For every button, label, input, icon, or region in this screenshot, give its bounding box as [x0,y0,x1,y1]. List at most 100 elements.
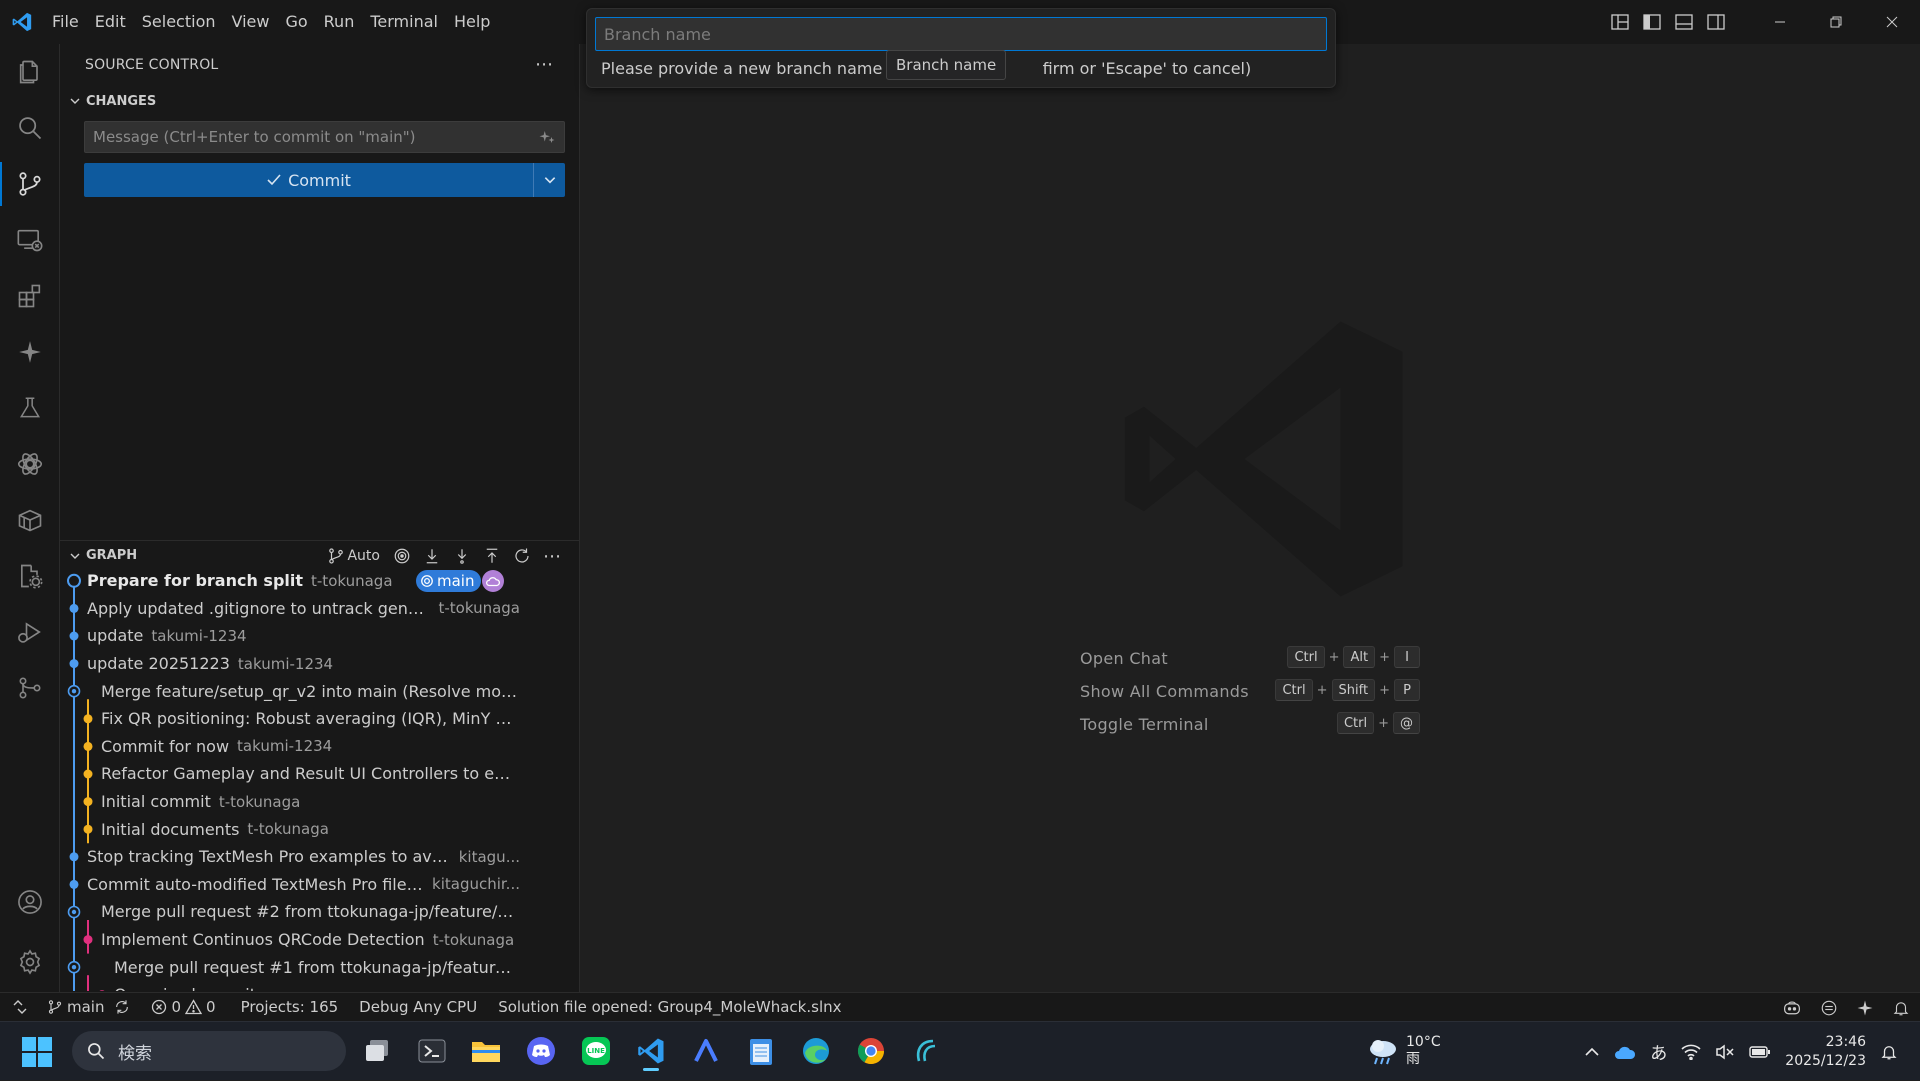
onedrive-cloud-icon[interactable] [1614,1022,1636,1081]
graph-section-header[interactable]: GRAPH Auto ⋯ [60,540,580,570]
more-actions-icon[interactable]: ⋯ [535,54,553,75]
commit-label: Commit [288,170,351,190]
menu-view[interactable]: View [224,0,278,44]
graph-commit-row[interactable]: Stop tracking TextMesh Pro examples to a… [0,843,520,871]
build-config-status[interactable]: Debug Any CPU [345,993,484,1022]
push-icon[interactable] [480,544,504,568]
sync-icon[interactable] [114,999,130,1015]
refresh-icon[interactable] [510,544,534,568]
changes-section-header[interactable]: CHANGES [60,86,579,116]
projects-status[interactable]: Projects: 165 [223,993,346,1022]
graph-commit-row[interactable]: Prepare for branch split t-tokunaga main [0,567,520,595]
extensions-icon[interactable] [0,268,60,324]
commit-message: Commit for now [101,736,230,756]
graph-commit-row[interactable]: Organized repository [0,981,520,991]
remote-indicator-icon[interactable] [0,993,40,1022]
menu-selection[interactable]: Selection [134,0,224,44]
toggle-secondary-sidebar-icon[interactable] [1700,0,1732,44]
problems-status[interactable]: 0 0 [137,993,222,1022]
explorer-icon[interactable] [0,44,60,100]
graph-more-icon[interactable]: ⋯ [540,544,564,568]
menu-go[interactable]: Go [277,0,315,44]
graph-auto-button[interactable]: Auto [327,547,384,565]
menu-run[interactable]: Run [316,0,363,44]
graph-commit-row[interactable]: Refactor Gameplay and Result UI Controll… [0,760,520,788]
battery-icon[interactable] [1749,1022,1771,1081]
line-app-icon[interactable]: LINE [574,1031,618,1071]
commit-main-action[interactable]: Commit [84,163,533,197]
shortcut-row[interactable]: Open Chat Ctrl + Alt + I [1080,644,1420,672]
search-icon[interactable] [0,100,60,156]
toggle-primary-sidebar-icon[interactable] [1636,0,1668,44]
show-hidden-icons-chevron-icon[interactable] [1584,1022,1600,1081]
graph-commit-row[interactable]: Merge pull request #1 from ttokunaga-jp/… [0,953,520,981]
openai-icon[interactable] [0,436,60,492]
graph-commit-row[interactable]: Commit for now takumi-1234 [0,733,520,761]
copilot-status-icon[interactable] [1782,999,1802,1017]
volume-muted-icon[interactable] [1715,1022,1735,1081]
graph-commit-row[interactable]: Commit auto-modified TextMesh Pro files … [0,871,520,899]
arc-app-icon[interactable] [684,1031,728,1071]
feedback-icon[interactable] [1820,999,1838,1017]
copilot-sparkle-status-icon[interactable] [1856,999,1874,1017]
graph-commit-row[interactable]: Initial commit t-tokunaga [0,788,520,816]
branch-status[interactable]: main [40,993,137,1022]
toggle-panel-icon[interactable] [1668,0,1700,44]
status-bar: main 0 0 Projects: 165 Debug Any CPU Sol… [0,992,1920,1021]
graph-commit-row[interactable]: update takumi-1234 [0,622,520,650]
remote-cloud-icon[interactable] [482,570,504,592]
graph-commit-row[interactable]: update 20251223 takumi-1234 [0,650,520,678]
close-icon[interactable] [1864,0,1920,44]
discord-app-icon[interactable] [519,1031,563,1071]
editor-area: Open Chat Ctrl + Alt + I Show All Commands Ctrl… [580,44,1920,992]
generate-message-sparkle-icon[interactable] [538,128,556,150]
menu-help[interactable]: Help [446,0,498,44]
menu-file[interactable]: File [44,0,87,44]
branch-name-input[interactable] [595,17,1327,51]
notification-center-icon[interactable] [1880,1022,1898,1081]
fetch-icon[interactable] [420,544,444,568]
branch-badge-main[interactable]: main [416,570,482,592]
windows-start-icon[interactable] [22,1037,52,1071]
graph-commit-row[interactable]: Initial documents t-tokunaga [0,815,520,843]
pull-icon[interactable] [450,544,474,568]
containers-icon[interactable] [0,492,60,548]
wave-app-icon[interactable] [904,1031,948,1071]
copilot-sparkle-icon[interactable] [0,324,60,380]
notifications-bell-icon[interactable] [1892,999,1910,1017]
target-icon[interactable] [390,544,414,568]
shortcut-row[interactable]: Toggle Terminal Ctrl + @ [1080,710,1420,738]
remote-explorer-icon[interactable] [0,212,60,268]
graph-commit-row[interactable]: Apply updated .gitignore to untrack gene… [0,595,520,623]
weather-widget[interactable]: 10°C 雨 [1366,1031,1441,1071]
commit-button[interactable]: Commit [84,163,565,197]
edge-app-icon[interactable] [794,1031,838,1071]
rain-cloud-icon [1366,1036,1400,1066]
graph-commit-row[interactable]: Implement Continuos QRCode Detection t-to… [0,926,520,954]
graph-commit-row[interactable]: Merge pull request #2 from ttokunaga-jp/… [0,898,520,926]
task-view-icon[interactable] [356,1031,400,1071]
graph-commit-row[interactable]: Merge feature/setup_qr_v2 into main (Res… [0,677,520,705]
taskbar-search-label: 検索 [118,1043,152,1064]
terminal-app-icon[interactable] [410,1031,454,1071]
ime-indicator[interactable]: あ [1650,1022,1667,1081]
taskbar-search-box[interactable]: 検索 [72,1031,346,1071]
vscode-app-icon[interactable] [629,1031,673,1071]
customize-layout-icon[interactable] [1604,0,1636,44]
commit-message: update [87,626,144,646]
chrome-app-icon[interactable] [849,1031,893,1071]
notepad-app-icon[interactable] [739,1031,783,1071]
taskbar-clock[interactable]: 23:46 2025/12/23 [1785,1033,1866,1071]
shortcut-row[interactable]: Show All Commands Ctrl + Shift + P [1080,677,1420,705]
commit-message-input[interactable]: Message (Ctrl+Enter to commit on "main") [84,121,565,153]
menu-terminal[interactable]: Terminal [362,0,446,44]
source-control-icon[interactable] [0,156,60,212]
wifi-icon[interactable] [1681,1022,1701,1081]
graph-commit-row[interactable]: Fix QR positioning: Robust averaging (IQ… [0,705,520,733]
restore-icon[interactable] [1808,0,1864,44]
menu-edit[interactable]: Edit [87,0,134,44]
minimize-icon[interactable] [1752,0,1808,44]
testing-flask-icon[interactable] [0,380,60,436]
commit-dropdown-chevron-icon[interactable] [533,163,565,197]
file-explorer-app-icon[interactable] [464,1031,508,1071]
